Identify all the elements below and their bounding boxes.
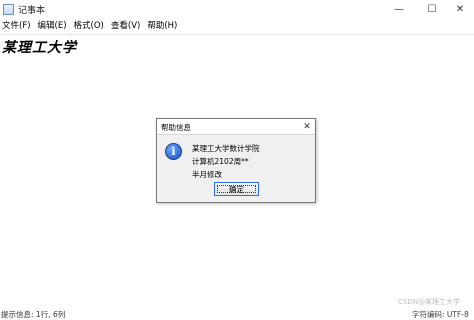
maximize-button[interactable]: ☐ [418,0,446,18]
maximize-icon: ☐ [427,3,437,15]
window-title: 记事本 [18,5,46,16]
notepad-app-icon [3,3,14,15]
dialog-close-button[interactable]: ✕ [300,120,314,133]
menu-format[interactable]: 格式(O) [72,19,106,31]
status-position: 提示信息: 1行, 6列 [1,310,66,319]
dialog-message-line-3: 半月修改 [192,170,222,179]
menu-bar: 文件(F) 编辑(E) 格式(O) 查看(V) 帮助(H) [0,18,474,32]
close-icon: ✕ [303,121,311,132]
dialog-title: 帮助信息 [161,123,191,132]
dialog-message-line-1: 某理工大学数计学院 [192,144,260,153]
watermark-text: CSDN@某理工大学 [398,298,460,306]
status-bar: 提示信息: 1行, 6列 字符编码: UTF-8 [0,309,474,319]
editor-content: 某理工大学 [2,40,77,56]
menu-view[interactable]: 查看(V) [109,19,142,31]
focus-ring [217,185,256,193]
help-info-dialog: 帮助信息 ✕ i 某理工大学数计学院 计算机2102周** 半月修改 确定 [156,118,316,203]
info-icon: i [165,143,182,160]
notepad-window: 记事本 — ☐ ✕ 文件(F) 编辑(E) 格式(O) 查看(V) 帮助(H) … [0,0,474,319]
minimize-button[interactable]: — [385,0,413,18]
ok-button[interactable]: 确定 [214,182,259,196]
menu-edit[interactable]: 编辑(E) [36,19,69,31]
dialog-title-bar: 帮助信息 ✕ [157,119,315,135]
title-bar: 记事本 — ☐ ✕ [0,0,474,18]
close-icon: ✕ [455,3,465,15]
dialog-message-line-2: 计算机2102周** [192,157,249,166]
close-button[interactable]: ✕ [446,0,474,18]
info-icon-glyph: i [171,145,176,158]
menu-help[interactable]: 帮助(H) [145,19,179,31]
status-encoding: 字符编码: UTF-8 [412,310,469,319]
minimize-icon: — [394,3,404,15]
menu-file[interactable]: 文件(F) [0,19,33,31]
